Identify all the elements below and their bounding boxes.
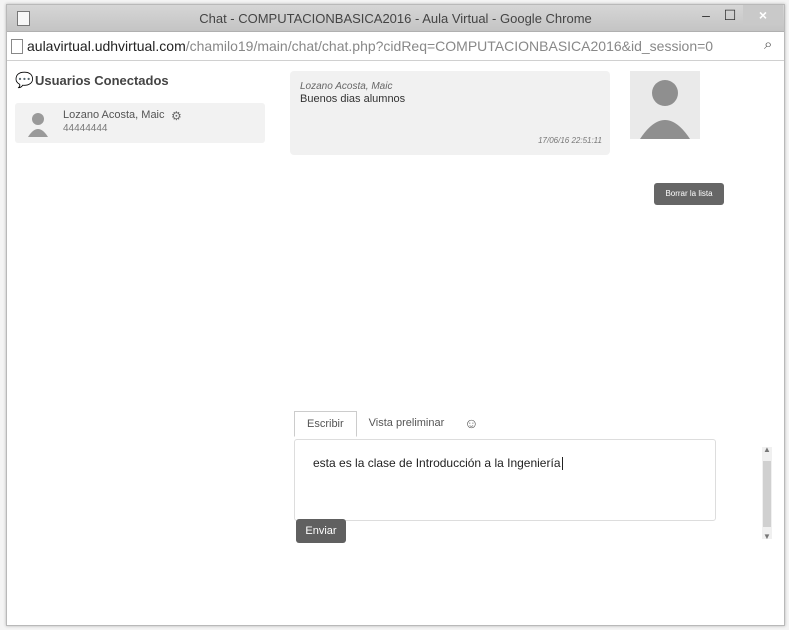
messages-area: Lozano Acosta, Maic Buenos dias alumnos … [290, 71, 730, 391]
tab-write[interactable]: Escribir [294, 411, 357, 437]
url-host: aulavirtual.udhvirtual.com [27, 38, 186, 54]
message-avatar [630, 71, 700, 139]
window-title: Chat - COMPUTACIONBASICA2016 - Aula Virt… [199, 11, 592, 26]
message-time: 17/06/16 22:51:11 [538, 136, 602, 145]
magnifier-icon[interactable]: ⌕ [764, 36, 772, 53]
url-path: /chamilo19/main/chat/chat.php?cidReq=COM… [185, 38, 714, 54]
composer: Escribir Vista preliminar ☺ esta es la c… [294, 411, 769, 561]
tab-preview[interactable]: Vista preliminar [357, 411, 457, 437]
url-text[interactable]: aulavirtual.udhvirtual.com/chamilo19/mai… [27, 38, 713, 54]
maximize-button[interactable]: ☐ [719, 5, 741, 25]
scroll-down-icon[interactable]: ▼ [762, 532, 772, 541]
chat-content: 💬 Usuarios Conectados Lozano Acosta, Mai… [7, 61, 784, 625]
user-avatar-icon [28, 113, 48, 137]
send-button[interactable]: Enviar [296, 519, 346, 543]
composer-tabs: Escribir Vista preliminar ☺ [294, 411, 487, 437]
smiley-icon[interactable]: ☺ [456, 411, 486, 437]
scroll-thumb[interactable] [763, 461, 771, 527]
private-chat-icon[interactable]: ⚙ [171, 109, 182, 123]
users-chat-icon: 💬 [15, 72, 34, 89]
message-input-value: esta es la clase de Introducción a la In… [313, 456, 563, 471]
title-bar: Chat - COMPUTACIONBASICA2016 - Aula Virt… [7, 5, 784, 32]
address-bar[interactable]: aulavirtual.udhvirtual.com/chamilo19/mai… [7, 32, 784, 61]
browser-window: Chat - COMPUTACIONBASICA2016 - Aula Virt… [6, 4, 785, 626]
user-row[interactable]: Lozano Acosta, Maic 44444444 ⚙ [15, 103, 265, 143]
avatar-silhouette-icon [640, 80, 690, 139]
message-bubble: Lozano Acosta, Maic Buenos dias alumnos … [290, 71, 610, 155]
composer-scrollbar[interactable]: ▲ ▼ [762, 445, 772, 541]
text-caret [561, 457, 563, 471]
message-input[interactable]: esta es la clase de Introducción a la In… [294, 439, 716, 521]
users-header-label: Usuarios Conectados [35, 72, 169, 88]
message-author: Lozano Acosta, Maic [300, 81, 393, 92]
clear-chat-button[interactable]: Borrar la lista [654, 183, 724, 205]
users-header: 💬 Usuarios Conectados [15, 71, 265, 89]
document-icon [11, 39, 23, 54]
minimize-button[interactable]: – [695, 5, 717, 25]
scroll-up-icon[interactable]: ▲ [762, 445, 772, 454]
message-input-text: esta es la clase de Introducción a la In… [313, 456, 561, 470]
user-name: Lozano Acosta, Maic [63, 109, 165, 121]
user-code: 44444444 [63, 123, 108, 134]
close-button[interactable]: × [743, 5, 783, 25]
message-text: Buenos dias alumnos [300, 93, 406, 105]
users-panel: 💬 Usuarios Conectados Lozano Acosta, Mai… [15, 71, 265, 143]
